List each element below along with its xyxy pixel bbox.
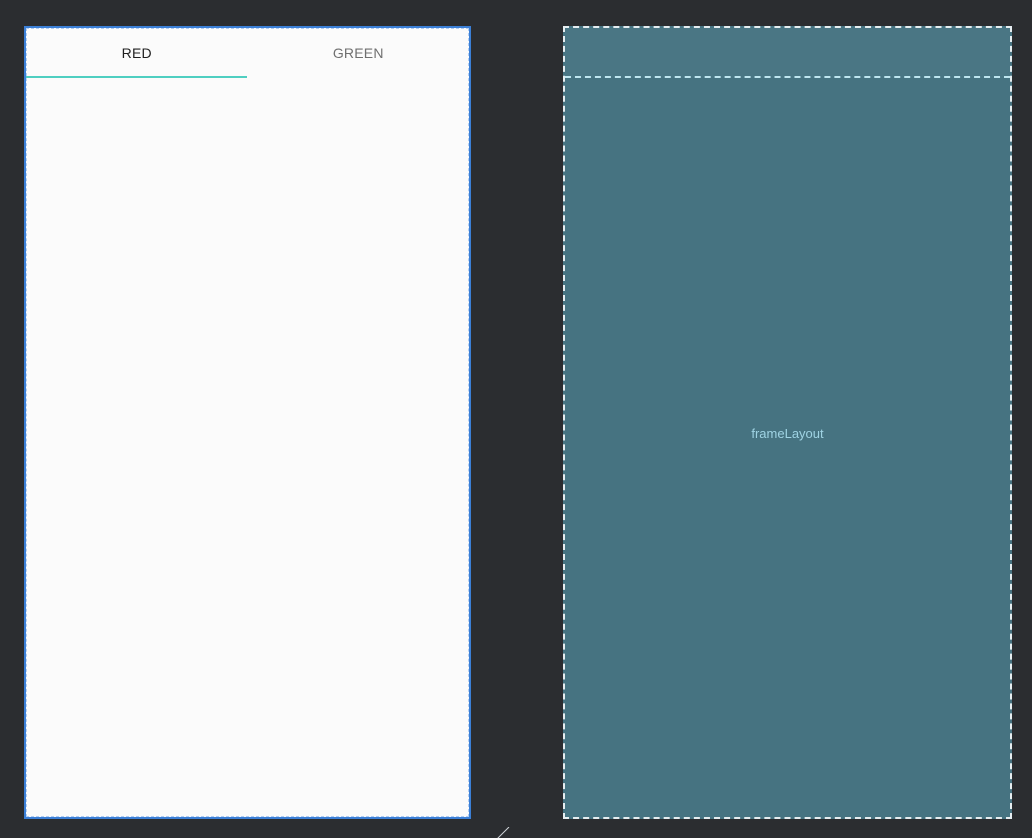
blueprint-preview[interactable]: frameLayout xyxy=(563,26,1012,819)
resize-handle-icon[interactable] xyxy=(495,826,513,838)
blueprint-tab-layout[interactable] xyxy=(565,28,1010,78)
tab-green-label: GREEN xyxy=(332,45,384,61)
tab-green[interactable]: GREEN xyxy=(248,28,470,78)
tab-layout: RED GREEN xyxy=(26,28,469,78)
content-area[interactable] xyxy=(26,78,469,817)
layout-editor-canvas: RED GREEN frameLayout xyxy=(0,0,1032,838)
tab-red[interactable]: RED xyxy=(26,28,248,78)
design-preview[interactable]: RED GREEN xyxy=(24,26,471,819)
tab-red-label: RED xyxy=(121,45,152,61)
frame-layout-label: frameLayout xyxy=(751,426,824,441)
blueprint-frame-layout[interactable]: frameLayout xyxy=(565,78,1010,817)
